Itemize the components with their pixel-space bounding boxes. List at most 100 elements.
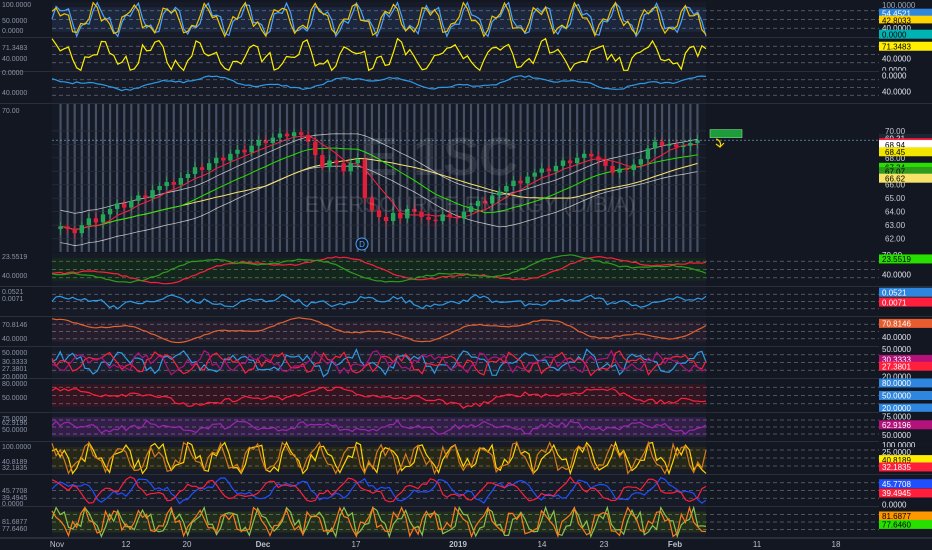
volume-column [292, 104, 296, 252]
left-scale-value: 30.3333 [2, 359, 27, 366]
volume-column [101, 104, 105, 252]
candle-body [199, 167, 205, 170]
candle-body [631, 164, 636, 170]
candle-body [107, 208, 113, 215]
candle-body [383, 217, 389, 222]
candle-body [603, 160, 608, 166]
axis-label-rvi: 39.4945 [882, 489, 911, 498]
left-scale-value: 100.0000 [2, 444, 31, 451]
left-scale-value: 40.0000 [2, 90, 27, 97]
volume-column [682, 104, 685, 252]
candle-body [589, 153, 594, 157]
volume-column [554, 104, 558, 252]
candle-body [525, 176, 530, 184]
left-scale-value: 71.3483 [2, 45, 27, 52]
left-scale-value: 45.7708 [2, 488, 27, 495]
volume-column [250, 104, 253, 252]
volume-column [300, 104, 303, 252]
left-scale-value: 40.0000 [2, 273, 27, 280]
volume-column [675, 104, 678, 252]
volume-column [568, 104, 572, 252]
candle-body [638, 159, 644, 165]
candle-body [567, 160, 573, 164]
axis-label-macd: 0.0521 [882, 288, 907, 297]
candle-body [122, 203, 127, 208]
axis-label-wave: 50.0000 [882, 431, 911, 440]
price-tick-label: 65.00 [885, 194, 906, 203]
left-scale-value: 32.1835 [2, 465, 27, 472]
candle-body [86, 218, 92, 226]
candle-body [100, 214, 106, 223]
volume-column [158, 104, 161, 252]
volume-column [236, 104, 239, 252]
volume-column [632, 104, 635, 252]
chart-canvas: D E 1SC EVERSOURCE ENERGY (D/B/A) Nov 12 2… [0, 0, 932, 550]
volume-column [321, 104, 324, 252]
candle-body [518, 180, 523, 184]
volume-column [278, 104, 282, 252]
volume-column [314, 104, 317, 252]
volume-column [200, 104, 204, 252]
candle-body [256, 140, 261, 146]
axis-label-osc: 40.0000 [882, 333, 911, 342]
left-scale-value: 70.8146 [2, 322, 27, 329]
candle-body [320, 155, 325, 168]
axis-label-mfi: 80.0000 [882, 379, 911, 388]
candle-body [129, 200, 134, 208]
volume-column [307, 104, 310, 252]
candle-body [185, 173, 191, 178]
x-tick-label: Feb [668, 540, 682, 549]
volume-column [271, 104, 274, 252]
candle-body [228, 153, 233, 161]
price-label: 68.45 [885, 148, 906, 157]
volume-column [668, 104, 671, 252]
left-scale-value: 40.0000 [2, 56, 27, 63]
candle-body [596, 156, 601, 161]
candle-body [178, 178, 184, 185]
left-scale-value: 0.0521 [2, 289, 24, 296]
candle-body [79, 225, 84, 234]
axis-label-rsi: 40.0000 [882, 55, 911, 64]
left-scale-value: 20.0000 [2, 374, 27, 381]
volume-column [611, 104, 614, 252]
x-tick-label: 11 [753, 540, 762, 549]
candle-body [582, 153, 587, 158]
axis-label-rvi: 0.0000 [882, 501, 907, 510]
volume-column [561, 104, 565, 252]
candle-body [553, 165, 559, 172]
price-label: 66.62 [885, 174, 906, 183]
target-box [709, 129, 743, 138]
candle-body [143, 195, 148, 199]
candle-body [659, 141, 665, 146]
candle-body [235, 149, 240, 154]
volume-column [215, 104, 218, 252]
left-scale-value: 0.0000 [2, 28, 24, 35]
watermark-company: EVERSOURCE ENERGY (D/B/A) [305, 192, 636, 217]
watermark-symbol: E 1SC [362, 127, 518, 187]
axis-label-dmi: 27.3801 [882, 362, 911, 371]
left-scale-value: 62.9196 [2, 420, 27, 427]
candle-body [624, 168, 629, 170]
volume-column [229, 104, 232, 252]
left-scale-value: 27.3801 [2, 366, 27, 373]
candle-body [150, 190, 155, 199]
volume-column [257, 104, 260, 252]
price-tick-label: 64.00 [885, 208, 906, 217]
left-scale-value: 77.6460 [2, 526, 27, 533]
volume-column [172, 104, 175, 252]
candle-body [674, 144, 679, 148]
volume-column [583, 104, 586, 252]
volume-column [349, 104, 352, 252]
candle-body [249, 145, 254, 153]
volume-column [604, 104, 607, 252]
candle-body [72, 229, 77, 234]
volume-column [646, 104, 650, 252]
axis-label-cci: 0.0000 [882, 71, 907, 80]
volume-column [625, 104, 628, 252]
axis-label-mfi: 50.0000 [882, 392, 911, 401]
candle-body [539, 168, 544, 173]
candle-body [58, 226, 63, 230]
candle-body [306, 134, 311, 142]
x-tick-label: 12 [122, 540, 131, 549]
candle-body [426, 217, 431, 220]
